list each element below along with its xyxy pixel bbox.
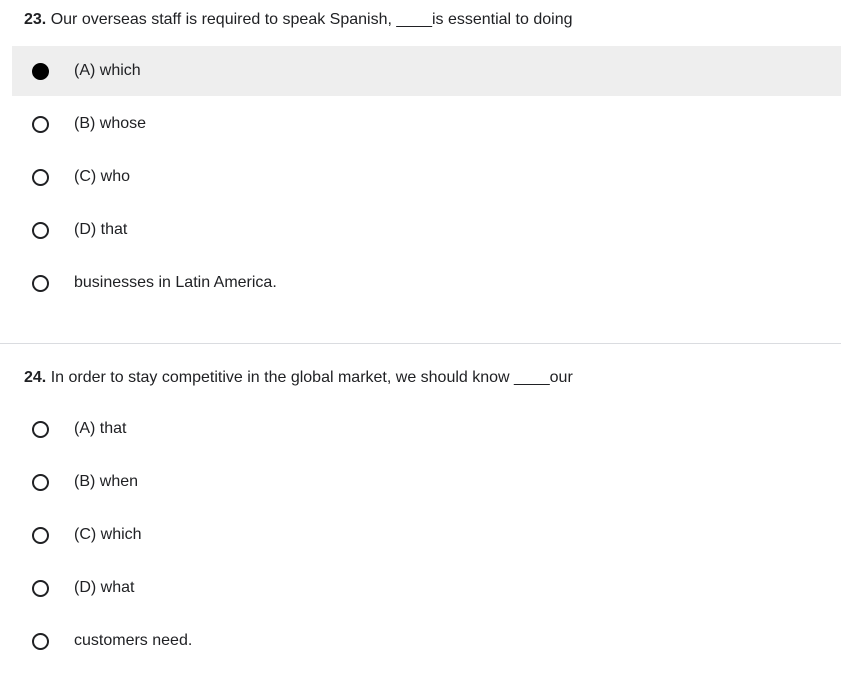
option-label: (D) what (74, 579, 135, 596)
radio-icon[interactable] (32, 275, 49, 292)
question-title: 23. Our overseas staff is required to sp… (24, 10, 573, 30)
option-label: (A) which (74, 62, 141, 79)
radio-icon[interactable] (32, 633, 49, 650)
option-label: customers need. (74, 632, 193, 649)
option-label: businesses in Latin America. (74, 274, 277, 291)
question-text: In order to stay competitive in the glob… (50, 369, 573, 386)
option-label: (B) whose (74, 115, 147, 132)
option-24-d[interactable]: (D) what (12, 563, 841, 613)
option-23-a[interactable]: (A) which (12, 46, 841, 96)
option-24-a[interactable]: (A) that (12, 404, 841, 454)
question-divider (0, 343, 841, 344)
option-label: (C) which (74, 526, 142, 543)
option-23-b[interactable]: (B) whose (12, 99, 841, 149)
radio-icon[interactable] (32, 222, 49, 239)
radio-icon[interactable] (32, 580, 49, 597)
option-label: (D) that (74, 221, 128, 238)
option-label: (B) when (74, 473, 139, 490)
option-24-b[interactable]: (B) when (12, 457, 841, 507)
option-label: (C) who (74, 168, 131, 185)
question-text: Our overseas staff is required to speak … (50, 11, 573, 28)
option-label: (A) that (74, 420, 127, 437)
option-23-c[interactable]: (C) who (12, 152, 841, 202)
radio-selected-icon[interactable] (32, 63, 49, 80)
question-number: 24. (24, 369, 47, 386)
option-24-c[interactable]: (C) which (12, 510, 841, 560)
radio-icon[interactable] (32, 527, 49, 544)
radio-icon[interactable] (32, 474, 49, 491)
option-23-d[interactable]: (D) that (12, 205, 841, 255)
question-number: 23. (24, 11, 47, 28)
question-title: 24. In order to stay competitive in the … (24, 368, 573, 388)
option-24-e[interactable]: customers need. (12, 616, 841, 666)
radio-icon[interactable] (32, 116, 49, 133)
radio-icon[interactable] (32, 169, 49, 186)
radio-icon[interactable] (32, 421, 49, 438)
option-23-e[interactable]: businesses in Latin America. (12, 258, 841, 308)
